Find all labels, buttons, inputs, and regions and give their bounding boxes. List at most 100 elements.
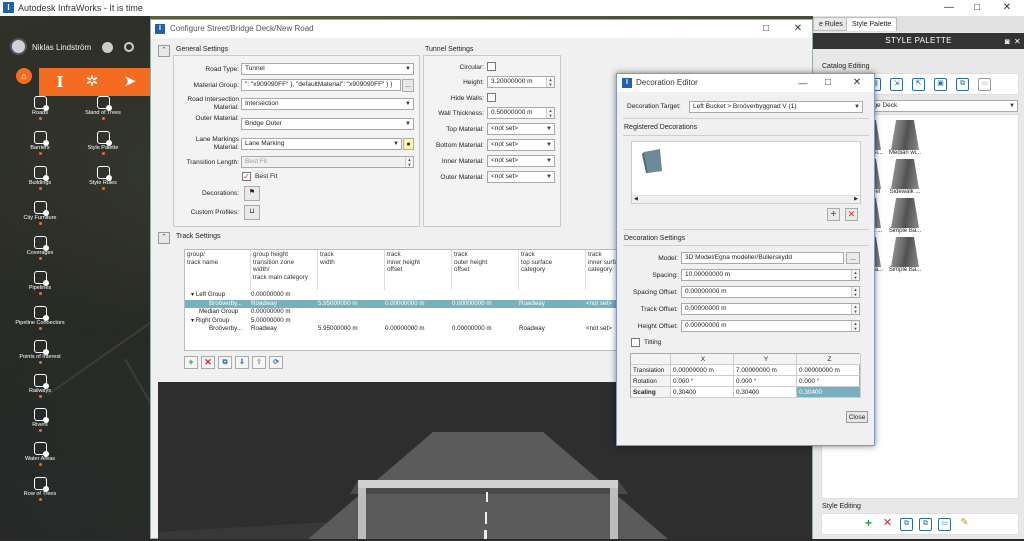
spinner-icon[interactable]: ▲ ▼ [851,321,859,331]
close-icon[interactable]: ✕ [788,20,808,38]
height-offset-field[interactable]: 0.00000000 m ▲ ▼ [681,320,860,332]
transform-value-cell[interactable]: 0.000 ° [671,376,734,387]
select-arrow-icon[interactable]: ➤ [119,72,141,92]
transform-value-cell[interactable]: 7.00000000 m [734,365,797,376]
decorations-button[interactable]: ⚑ [244,186,260,201]
transform-value-cell[interactable]: 0.30400 [734,387,797,398]
gear-icon[interactable]: ✲ [81,72,103,92]
transition-length-field[interactable]: Best Fit ▲ ▼ [241,156,414,168]
horizontal-scrollbar[interactable]: ◀ ▶ [632,195,860,203]
move-down-button[interactable]: ⇩ [235,356,249,369]
copy-style-icon[interactable]: ⧉ [919,518,932,531]
road-type-select[interactable]: Tunnel ▼ [241,63,414,75]
best-fit-checkbox[interactable]: ✓ [242,172,251,181]
delete-track-button[interactable]: ✕ [201,356,215,369]
track-settings-table[interactable]: group/ track name group height transitio… [184,249,659,351]
tool-barrier[interactable]: Barriers [15,131,65,155]
lightbulb-icon[interactable]: ● [403,138,414,150]
sync-icon[interactable] [124,42,134,52]
tool-palette[interactable]: Style Palette [78,131,128,155]
edit-style-icon[interactable]: ✎ [958,518,971,531]
table-row[interactable]: ▾ Right Group 5.00000000 m [185,317,658,326]
noise-barrier-thumbnail[interactable] [642,149,664,173]
build-mode-icon[interactable]: I [49,72,71,92]
move-up-button[interactable]: ⇧ [252,356,266,369]
tool-water[interactable]: Water Areas [15,442,65,466]
inner-material-select[interactable]: <not set> ▼ [487,155,555,167]
decoration-target-select[interactable]: Left Bucket > Broöverbyggnad V (1) ▼ [689,101,863,113]
tool-rules[interactable]: Style Rules [78,166,128,190]
top-material-select[interactable]: <not set> ▼ [487,123,555,135]
tool-railway[interactable]: Railways [15,374,65,398]
table-row[interactable]: Broöverby... Roadway 5.95000000 m 0.0000000… [185,299,658,308]
table-row[interactable]: Broöverby... Roadway 5.95000000 m 0.0000000… [185,325,658,334]
lane-markings-select[interactable]: Lane Marking ▼ [241,138,402,150]
collapse-general-icon[interactable]: ⌃ [158,45,170,57]
spinner-icon[interactable]: ▲ ▼ [851,270,859,280]
model-browse-button[interactable]: ... [846,252,860,264]
table-row[interactable]: ▾ Left Group 0.00000000 m [185,291,658,300]
outer-material-select[interactable]: Bridge Outer ▼ [241,118,414,130]
tool-coverage[interactable]: Coverages [15,236,65,260]
spinner-icon[interactable]: ▲ ▼ [546,108,554,118]
track-offset-field[interactable]: 0.00000000 m ▲ ▼ [681,303,860,315]
tunnel-outer-material-select[interactable]: <not set> ▼ [487,171,555,183]
delete-style-icon[interactable]: ✕ [881,518,894,531]
intersection-select[interactable]: Intersection ▼ [241,98,414,110]
scroll-right-icon[interactable]: ▶ [854,196,858,203]
style-settings-icon[interactable]: ▭ [938,518,951,531]
export-icon[interactable]: ⇱ [912,78,925,91]
tool-row-trees[interactable]: Row of Trees [15,477,65,501]
refresh-button[interactable]: ⟳ [269,356,283,369]
hide-walls-checkbox[interactable] [487,93,496,102]
tool-building[interactable]: Buildings [15,166,65,190]
wall-thickness-field[interactable]: 0.50000000 m ▲ ▼ [487,107,555,119]
transform-value-cell[interactable]: 0.00000000 m [671,365,734,376]
delete-decoration-button[interactable]: ✕ [845,208,858,221]
add-style-icon[interactable]: + [862,517,875,531]
spacing-field[interactable]: 10.00000000 m ▲ ▼ [681,269,860,281]
spinner-icon[interactable]: ▲ ▼ [405,157,413,167]
scroll-left-icon[interactable]: ◀ [634,196,638,203]
circular-checkbox[interactable] [487,62,496,71]
spinner-icon[interactable]: ▲ ▼ [851,287,859,297]
style-thumbnail[interactable]: Median wi... [888,120,922,160]
tilting-checkbox[interactable] [631,338,640,347]
copy-style-icon[interactable]: ⧉ [956,78,969,91]
tool-tree[interactable]: Stand of Trees [78,96,128,120]
close-icon[interactable]: ✕ [992,0,1022,16]
table-row[interactable]: Median Group 0.00000000 m [185,308,658,317]
tab-style-palette[interactable]: Style Palette [846,17,898,31]
spinner-icon[interactable]: ▲ ▼ [546,77,554,87]
maximize-icon[interactable]: □ [962,0,992,16]
pin-icon[interactable]: ◙ [1005,34,1010,50]
spinner-icon[interactable]: ▲ ▼ [851,304,859,314]
model-field[interactable]: 3D Model/Egna modeller/Bullerskydd [681,252,844,264]
tool-road[interactable]: Roads [15,96,65,120]
transform-value-cell[interactable]: 0.000 ° [797,376,861,387]
home-icon[interactable]: ⌂ [16,68,32,84]
close-icon[interactable]: ✕ [847,74,867,92]
maximize-icon[interactable]: □ [818,74,838,92]
transform-value-cell[interactable]: 0.000 ° [734,376,797,387]
tab-style-rules[interactable]: e Rules [813,17,849,31]
add-decoration-button[interactable]: + [827,208,840,221]
palette-category-select[interactable]: lge Deck ▼ [868,100,1018,112]
transform-value-cell[interactable]: 0.00000000 m [797,365,861,376]
duplicate-style-icon[interactable]: ⧉ [900,518,913,531]
height-field[interactable]: 3.20000000 m ▲ ▼ [487,76,555,88]
tool-furniture[interactable]: City Furniture [15,201,65,225]
transform-value-cell[interactable]: 0.30400 [797,387,861,398]
copy-track-button[interactable]: ⧉ [218,356,232,369]
close-button[interactable]: Close [846,411,868,423]
transform-grid[interactable]: X Y Z Translation 0.00000000 m 7.00000000 … [630,353,861,398]
style-thumbnail[interactable]: Simple Ba... [888,198,922,238]
registered-decorations-list[interactable]: ◀ ▶ [631,141,861,204]
tool-river[interactable]: Rivers [15,408,65,432]
tool-pipeline[interactable]: Pipelines [15,271,65,295]
maximize-icon[interactable]: □ [756,20,776,38]
close-icon[interactable]: ✕ [1014,34,1021,50]
style-thumbnail[interactable]: Sidewalk ... [888,159,922,199]
material-group-browse-button[interactable]: ... [402,79,414,92]
style-thumbnail[interactable]: Simple Ba... [888,237,922,277]
